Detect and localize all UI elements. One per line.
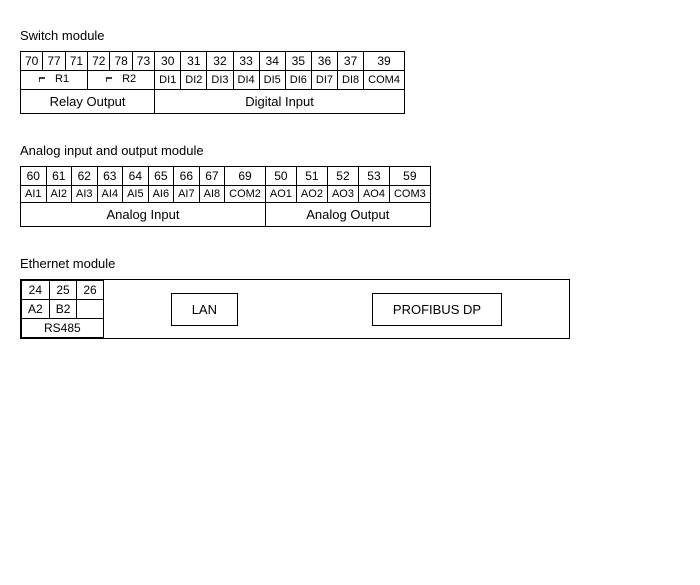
cell-32: 32 xyxy=(207,52,233,71)
cell-67: 67 xyxy=(199,167,225,186)
relay-r2-cell: R2 xyxy=(88,71,155,90)
cell-33: 33 xyxy=(233,52,259,71)
switch-row1: 70 77 71 72 78 73 30 31 32 33 34 35 36 3… xyxy=(21,52,405,71)
cell-65: 65 xyxy=(148,167,174,186)
cell-50: 50 xyxy=(265,167,296,186)
switch-module-section: Switch module 70 77 71 72 78 73 30 31 32… xyxy=(20,28,680,123)
di6-cell: DI6 xyxy=(285,71,311,90)
cell-66: 66 xyxy=(174,167,200,186)
cell-51: 51 xyxy=(296,167,327,186)
analog-row2: AI1 AI2 AI3 AI4 AI5 AI6 AI7 AI8 COM2 AO1… xyxy=(21,186,431,203)
cell-52: 52 xyxy=(327,167,358,186)
lan-box: LAN xyxy=(171,293,238,326)
eth-empty-cell xyxy=(77,300,103,319)
analog-module-table-wrapper: 60 61 62 63 64 65 66 67 69 50 51 52 53 5… xyxy=(20,166,431,233)
ethernet-module-section: Ethernet module 24 25 26 A2 B2 RS485 xyxy=(20,256,680,339)
cell-25: 25 xyxy=(49,281,77,300)
analog-input-label: Analog Input xyxy=(21,203,266,227)
cell-78: 78 xyxy=(110,52,132,71)
ai7-cell: AI7 xyxy=(174,186,200,203)
analog-module-table: 60 61 62 63 64 65 66 67 69 50 51 52 53 5… xyxy=(20,166,431,227)
cell-34: 34 xyxy=(259,52,285,71)
ai4-cell: AI4 xyxy=(97,186,123,203)
cell-70: 70 xyxy=(21,52,43,71)
ethernet-outer-box: 24 25 26 A2 B2 RS485 LAN PROFIBUS DP xyxy=(20,279,570,339)
analog-module-title: Analog input and output module xyxy=(20,143,680,158)
ai2-cell: AI2 xyxy=(46,186,72,203)
switch-module-table-wrapper: 70 77 71 72 78 73 30 31 32 33 34 35 36 3… xyxy=(20,51,405,120)
relay-r1-cell: R1 xyxy=(21,71,88,90)
ai1-cell: AI1 xyxy=(21,186,47,203)
switch-row3: Relay Output Digital Input xyxy=(21,90,405,114)
ao2-cell: AO2 xyxy=(296,186,327,203)
eth-a2-cell: A2 xyxy=(22,300,50,319)
ai6-cell: AI6 xyxy=(148,186,174,203)
cell-37: 37 xyxy=(338,52,364,71)
com3-cell: COM3 xyxy=(389,186,430,203)
eth-row3: RS485 xyxy=(22,319,103,338)
digital-input-label: Digital Input xyxy=(155,90,405,114)
analog-module-section: Analog input and output module 60 61 62 … xyxy=(20,143,680,236)
relay-output-label: Relay Output xyxy=(21,90,155,114)
cell-77: 77 xyxy=(43,52,65,71)
analog-row1: 60 61 62 63 64 65 66 67 69 50 51 52 53 5… xyxy=(21,167,431,186)
cell-62: 62 xyxy=(72,167,98,186)
di3-cell: DI3 xyxy=(207,71,233,90)
switch-row2: R1 R2 DI1 DI2 DI3 DI4 DI5 DI6 DI7 DI8 CO… xyxy=(21,71,405,90)
cell-72: 72 xyxy=(88,52,110,71)
com2-cell: COM2 xyxy=(225,186,266,203)
cell-26: 26 xyxy=(77,281,103,300)
profibus-box: PROFIBUS DP xyxy=(372,293,502,326)
cell-60: 60 xyxy=(21,167,47,186)
cell-30: 30 xyxy=(155,52,181,71)
cell-53: 53 xyxy=(358,167,389,186)
di7-cell: DI7 xyxy=(311,71,337,90)
analog-row3: Analog Input Analog Output xyxy=(21,203,431,227)
eth-b2-cell: B2 xyxy=(49,300,77,319)
cell-24: 24 xyxy=(22,281,50,300)
eth-row1: 24 25 26 xyxy=(22,281,103,300)
di1-cell: DI1 xyxy=(155,71,181,90)
eth-row2: A2 B2 xyxy=(22,300,103,319)
di4-cell: DI4 xyxy=(233,71,259,90)
di8-cell: DI8 xyxy=(338,71,364,90)
di2-cell: DI2 xyxy=(181,71,207,90)
com4-cell: COM4 xyxy=(364,71,405,90)
switch-module-table: 70 77 71 72 78 73 30 31 32 33 34 35 36 3… xyxy=(20,51,405,114)
ai3-cell: AI3 xyxy=(72,186,98,203)
rs485-label: RS485 xyxy=(22,319,103,338)
ao3-cell: AO3 xyxy=(327,186,358,203)
ao4-cell: AO4 xyxy=(358,186,389,203)
cell-36: 36 xyxy=(311,52,337,71)
cell-31: 31 xyxy=(181,52,207,71)
di5-cell: DI5 xyxy=(259,71,285,90)
ai8-cell: AI8 xyxy=(199,186,225,203)
ai5-cell: AI5 xyxy=(123,186,149,203)
cell-64: 64 xyxy=(123,167,149,186)
cell-69: 69 xyxy=(225,167,266,186)
cell-63: 63 xyxy=(97,167,123,186)
cell-59: 59 xyxy=(389,167,430,186)
cell-73: 73 xyxy=(132,52,154,71)
ao1-cell: AO1 xyxy=(265,186,296,203)
cell-39: 39 xyxy=(364,52,405,71)
analog-output-label: Analog Output xyxy=(265,203,430,227)
ethernet-left-table: 24 25 26 A2 B2 RS485 xyxy=(21,280,103,338)
ethernet-rs485-area: 24 25 26 A2 B2 RS485 xyxy=(21,280,104,338)
cell-35: 35 xyxy=(285,52,311,71)
ethernet-right-area: LAN PROFIBUS DP xyxy=(104,280,569,338)
ethernet-module-title: Ethernet module xyxy=(20,256,680,271)
cell-61: 61 xyxy=(46,167,72,186)
switch-module-title: Switch module xyxy=(20,28,680,43)
cell-71: 71 xyxy=(65,52,87,71)
